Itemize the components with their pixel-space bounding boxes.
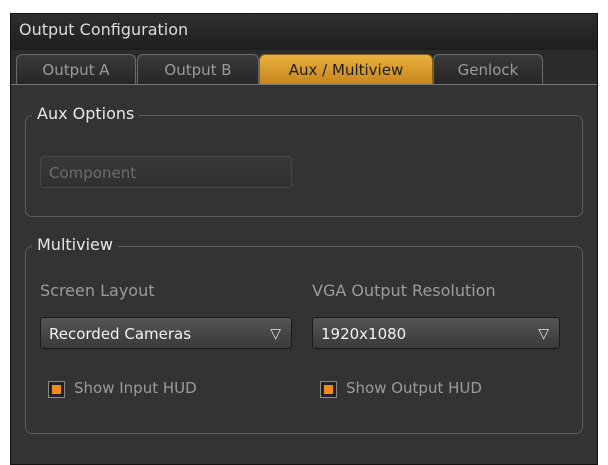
tab-aux-multiview[interactable]: Aux / Multiview	[259, 54, 433, 84]
title-bar: Output Configuration	[11, 14, 597, 50]
checkbox-checked-icon	[48, 381, 65, 398]
output-configuration-window: Output Configuration Output A Output B A…	[10, 13, 598, 465]
tab-content-panel: Aux Options Component Multiview Screen L…	[11, 84, 597, 464]
screen-layout-label: Screen Layout	[40, 281, 155, 300]
tab-bar: Output A Output B Aux / Multiview Genloc…	[11, 50, 597, 86]
vga-resolution-value: 1920x1080	[321, 325, 407, 343]
tab-genlock[interactable]: Genlock	[433, 54, 543, 84]
window-title: Output Configuration	[19, 20, 189, 39]
tab-output-a[interactable]: Output A	[16, 54, 136, 84]
screen-layout-dropdown[interactable]: Recorded Cameras ▽	[40, 317, 292, 349]
aux-options-group: Aux Options Component	[25, 104, 583, 217]
aux-options-title: Aux Options	[32, 104, 140, 123]
vga-resolution-label: VGA Output Resolution	[312, 281, 496, 300]
triangle-down-outline-icon: ▽	[270, 326, 281, 342]
show-output-hud-checkbox[interactable]: Show Output HUD	[320, 379, 530, 401]
show-input-hud-label: Show Input HUD	[74, 379, 197, 397]
multiview-group: Multiview Screen Layout Recorded Cameras…	[25, 235, 583, 434]
show-output-hud-label: Show Output HUD	[346, 379, 482, 397]
screen-layout-value: Recorded Cameras	[49, 325, 192, 343]
component-button[interactable]: Component	[40, 156, 292, 188]
multiview-title: Multiview	[32, 235, 118, 254]
checkbox-checked-icon	[320, 381, 337, 398]
vga-resolution-dropdown[interactable]: 1920x1080 ▽	[312, 317, 560, 349]
show-input-hud-checkbox[interactable]: Show Input HUD	[48, 379, 248, 401]
triangle-down-outline-icon: ▽	[538, 326, 549, 342]
tab-output-b[interactable]: Output B	[137, 54, 259, 84]
